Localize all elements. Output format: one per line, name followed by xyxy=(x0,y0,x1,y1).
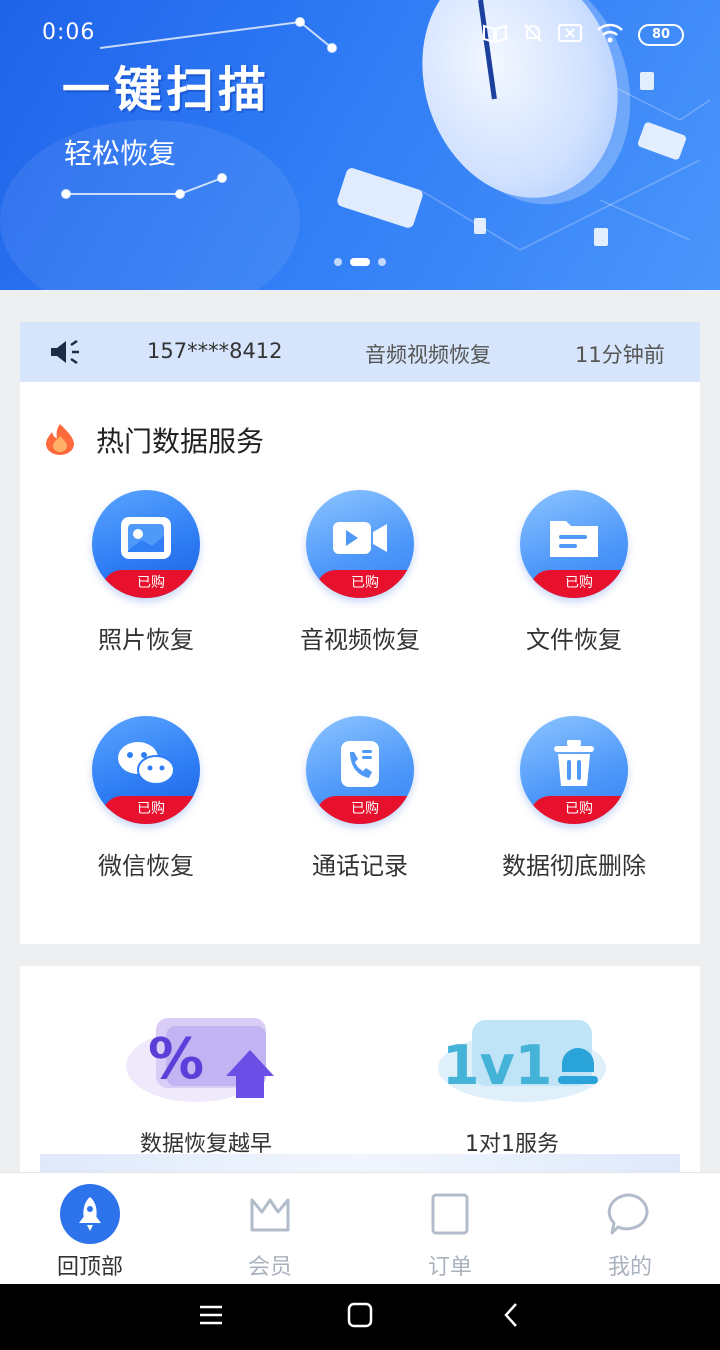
nav-label: 会员 xyxy=(247,1255,292,1280)
wechat-icon xyxy=(92,734,200,794)
video-camera-icon xyxy=(306,508,414,568)
service-icon-bg: 已购 xyxy=(92,716,200,824)
carousel-dot-active[interactable] xyxy=(350,258,370,266)
service-call-records[interactable]: 已购 通话记录 xyxy=(260,716,460,916)
notice-time-ago: 11分钟前 xyxy=(575,343,665,367)
back-icon[interactable] xyxy=(500,1302,524,1332)
service-icon-bg: 已购 xyxy=(520,716,628,824)
service-icon-bg: 已购 xyxy=(306,490,414,598)
service-icon-bg: 已购 xyxy=(92,490,200,598)
speaker-icon xyxy=(48,338,84,371)
purchased-badge: 已购 xyxy=(102,570,200,598)
service-icon-bg: 已购 xyxy=(306,716,414,824)
nav-icon-wrap xyxy=(30,1181,150,1247)
purchased-badge: 已购 xyxy=(102,796,200,824)
status-icons: 80 xyxy=(482,22,684,48)
sim-x-icon xyxy=(558,23,582,47)
service-label: 微信恢复 xyxy=(98,852,194,880)
service-data-wipe[interactable]: 已购 数据彻底删除 xyxy=(474,716,674,916)
fire-icon xyxy=(40,422,80,460)
service-label: 文件恢复 xyxy=(526,626,622,654)
wifi-icon xyxy=(596,22,624,48)
purchased-badge: 已购 xyxy=(316,796,414,824)
nav-label: 订单 xyxy=(427,1255,472,1280)
battery-icon: 80 xyxy=(638,24,684,46)
notice-bar[interactable]: 157****8412 音频视频恢复 11分钟前 xyxy=(20,322,700,382)
photo-icon xyxy=(92,508,200,568)
home-icon[interactable] xyxy=(347,1302,373,1332)
percent-up-icon: % xyxy=(126,1006,286,1106)
menu-icon[interactable] xyxy=(198,1302,224,1332)
one-v-one-glyph: 1v1 xyxy=(442,1034,552,1097)
system-nav-bar xyxy=(0,1284,720,1350)
phone-record-icon xyxy=(306,734,414,794)
crown-icon xyxy=(210,1181,330,1247)
carousel-dots[interactable] xyxy=(0,258,720,266)
folder-icon xyxy=(520,508,628,568)
nav-mine[interactable]: 我的 xyxy=(570,1181,690,1281)
carousel-dot[interactable] xyxy=(334,258,342,266)
service-label: 通话记录 xyxy=(312,852,408,880)
service-photo-recovery[interactable]: 已购 照片恢复 xyxy=(46,490,246,690)
order-icon xyxy=(390,1181,510,1247)
notice-service: 音频视频恢复 xyxy=(365,343,491,367)
service-av-recovery[interactable]: 已购 音视频恢复 xyxy=(260,490,460,690)
banner-title: 一键扫描 xyxy=(62,62,271,118)
trash-icon xyxy=(520,734,628,794)
silent-bell-icon xyxy=(522,22,544,48)
banner-subtitle: 轻松恢复 xyxy=(64,137,177,170)
notice-phone: 157****8412 xyxy=(147,339,283,363)
one-v-one-icon: 1v1 xyxy=(432,1006,606,1106)
service-label: 音视频恢复 xyxy=(300,626,420,654)
promo-early-recovery[interactable]: % 数据恢复越早 xyxy=(76,1006,336,1158)
nav-label: 回顶部 xyxy=(56,1255,123,1280)
promo-card: % 数据恢复越早 1v1 1对1服务 xyxy=(20,966,700,1176)
purchased-badge: 已购 xyxy=(530,796,628,824)
nav-membership[interactable]: 会员 xyxy=(210,1181,330,1281)
promo-one-on-one[interactable]: 1v1 1对1服务 xyxy=(382,1006,642,1158)
purchased-badge: 已购 xyxy=(316,570,414,598)
service-wechat-recovery[interactable]: 已购 微信恢复 xyxy=(46,716,246,916)
carousel-dot[interactable] xyxy=(378,258,386,266)
status-time: 0:06 xyxy=(42,20,96,45)
service-file-recovery[interactable]: 已购 文件恢复 xyxy=(474,490,674,690)
purchased-badge: 已购 xyxy=(530,570,628,598)
nav-orders[interactable]: 订单 xyxy=(390,1181,510,1281)
chat-bubble-icon xyxy=(570,1181,690,1247)
nav-back-to-top[interactable]: 回顶部 xyxy=(30,1181,150,1281)
nav-label: 我的 xyxy=(607,1255,652,1280)
bottom-nav: 回顶部 会员 订单 我的 xyxy=(0,1172,720,1284)
service-label: 数据彻底删除 xyxy=(502,852,646,880)
banner-carousel[interactable]: 0:06 80 一键扫描 轻松恢复 xyxy=(0,0,720,290)
book-icon xyxy=(482,22,508,48)
section-title: 热门数据服务 xyxy=(96,425,265,458)
service-icon-bg: 已购 xyxy=(520,490,628,598)
hot-services-card: 157****8412 音频视频恢复 11分钟前 热门数据服务 已购 照片恢复 xyxy=(20,322,700,944)
more-content-strip xyxy=(40,1154,680,1172)
service-label: 照片恢复 xyxy=(98,626,194,654)
percent-glyph: % xyxy=(148,1027,204,1092)
rocket-icon xyxy=(60,1184,120,1244)
